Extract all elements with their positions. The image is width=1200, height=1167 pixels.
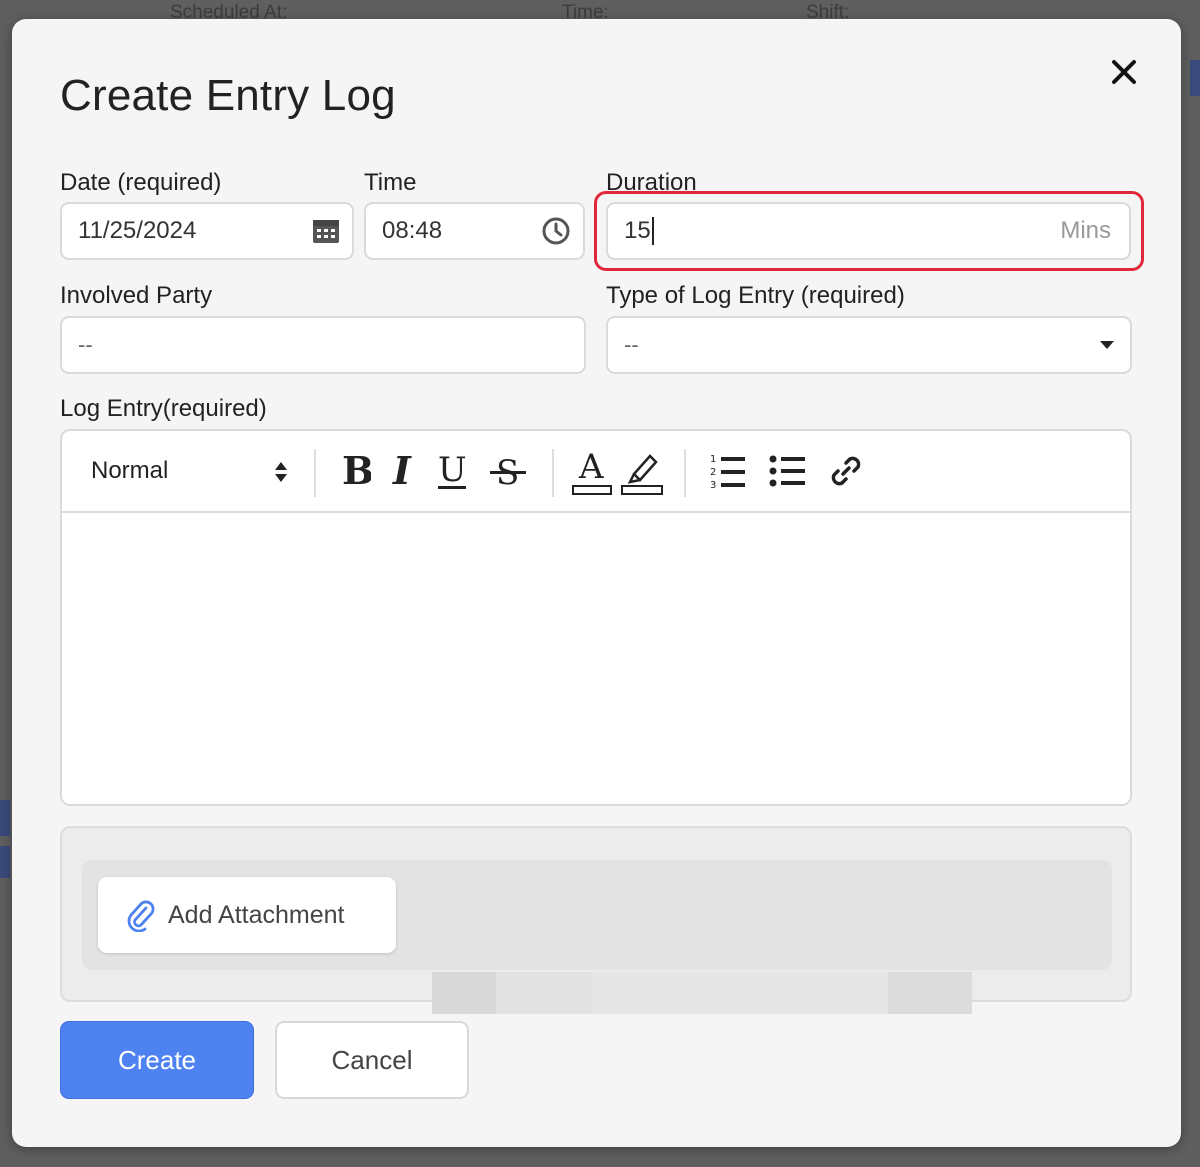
svg-text:B: B <box>342 451 371 491</box>
time-label: Time <box>364 169 417 196</box>
ordered-list-button[interactable]: 1 2 3 <box>708 449 748 493</box>
format-select[interactable]: Normal <box>82 449 298 493</box>
svg-text:2: 2 <box>710 467 716 478</box>
involved-party-label: Involved Party <box>60 282 213 309</box>
bold-button[interactable]: B <box>336 447 374 495</box>
highlight-button[interactable] <box>620 443 664 499</box>
upload-placeholder-bar <box>888 972 972 1014</box>
add-attachment-button[interactable]: Add Attachment <box>98 877 396 953</box>
updown-arrows-icon <box>271 457 291 487</box>
create-entry-log-modal: Create Entry Log Date (required) 11/25/2… <box>12 19 1181 1147</box>
editor-toolbar: Normal B I U S A 1 2 3 <box>62 431 1130 513</box>
log-entry-label: Log Entry(required) <box>60 395 267 422</box>
strikethrough-button[interactable]: S <box>486 447 530 495</box>
involved-party-placeholder: -- <box>78 332 93 357</box>
italic-icon: I <box>392 451 412 491</box>
svg-text:U: U <box>438 450 467 490</box>
text-color-icon: A <box>572 447 612 495</box>
cancel-button[interactable]: Cancel <box>275 1021 469 1099</box>
editor-content-area[interactable] <box>62 513 1130 803</box>
svg-text:I: I <box>392 451 412 491</box>
log-type-label: Type of Log Entry (required) <box>606 282 905 309</box>
underline-icon: U <box>438 450 467 490</box>
upload-placeholder-bar <box>432 972 496 1014</box>
log-type-select[interactable]: -- <box>606 316 1132 374</box>
date-value: 11/25/2024 <box>78 217 197 244</box>
bg-strip <box>0 846 10 878</box>
time-value: 08:48 <box>382 217 443 244</box>
modal-title: Create Entry Log <box>60 71 396 120</box>
toolbar-separator <box>314 449 316 497</box>
italic-button[interactable]: I <box>384 447 420 495</box>
paperclip-icon <box>126 898 156 932</box>
svg-text:3: 3 <box>710 480 716 491</box>
rich-text-editor: Normal B I U S A 1 2 3 <box>60 429 1132 806</box>
date-label: Date (required) <box>60 169 222 196</box>
upload-placeholder-bar <box>592 972 888 1014</box>
log-type-value: -- <box>624 332 639 357</box>
background-headers: Scheduled At: Time: Shift: <box>0 0 1200 23</box>
toolbar-separator <box>552 449 554 497</box>
involved-party-input[interactable]: -- <box>60 316 586 374</box>
text-color-button[interactable]: A <box>570 443 614 499</box>
bullet-list-icon <box>769 455 805 487</box>
time-field[interactable]: 08:48 <box>364 202 585 260</box>
date-field[interactable]: 11/25/2024 <box>60 202 354 260</box>
clock-icon[interactable] <box>541 216 571 246</box>
bold-icon: B <box>342 451 371 491</box>
bullet-list-button[interactable] <box>768 449 808 493</box>
upload-placeholder-bar <box>496 972 592 1014</box>
bg-strip <box>0 800 10 836</box>
strikethrough-icon: S <box>490 453 526 492</box>
create-button[interactable]: Create <box>60 1021 254 1099</box>
link-icon <box>831 456 861 486</box>
link-button[interactable] <box>826 449 866 493</box>
ordered-list-icon: 1 2 3 <box>710 454 745 491</box>
svg-text:1: 1 <box>710 454 716 465</box>
close-icon[interactable] <box>1109 57 1139 87</box>
underline-button[interactable]: U <box>432 447 472 495</box>
calendar-icon[interactable] <box>312 218 340 244</box>
caret-down-icon <box>1100 341 1114 349</box>
highlighter-icon <box>621 454 663 495</box>
add-attachment-label: Add Attachment <box>168 900 345 929</box>
bg-strip <box>1190 60 1200 96</box>
toolbar-separator <box>684 449 686 497</box>
duration-highlight-box <box>594 191 1144 271</box>
attachment-dropzone[interactable]: Add Attachment <box>82 860 1112 970</box>
svg-text:A: A <box>578 447 604 487</box>
format-select-value: Normal <box>91 457 169 484</box>
